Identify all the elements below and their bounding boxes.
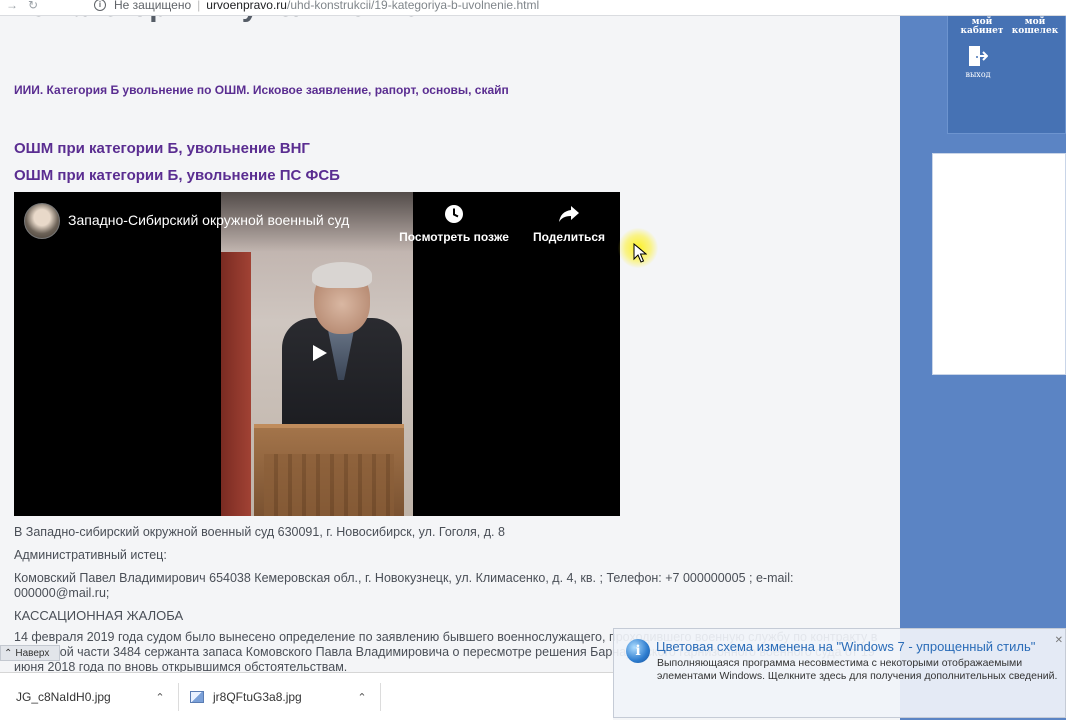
scroll-top-label: Наверх <box>15 647 50 659</box>
url-domain[interactable]: urvoenpravo.ru <box>206 0 287 12</box>
watch-later-label: Посмотреть позже <box>399 230 509 244</box>
complaint-title: КАССАЦИОННАЯ ЖАЛОБА <box>14 608 184 623</box>
chevron-up-icon: ⌃ <box>4 647 13 659</box>
info-icon: i <box>626 639 650 663</box>
video-scene-curtain <box>221 252 251 516</box>
image-file-icon <box>190 691 204 703</box>
download-file-name: jr8QFtuG3a8.jpg <box>213 690 302 704</box>
info-icon[interactable]: i <box>94 0 106 11</box>
exit-link[interactable]: выход <box>958 70 998 79</box>
download-separator <box>178 683 179 711</box>
downloads-bar: JG_c8NaIdH0.jpg ⌃ jr8QFtuG3a8.jpg ⌃ <box>0 672 613 720</box>
download-item[interactable]: JG_c8NaIdH0.jpg ⌃ <box>0 687 170 707</box>
article-link-vng[interactable]: ОШМ при категории Б, увольнение ВНГ <box>14 140 310 157</box>
plaintiff-label: Административный истец: <box>14 548 167 562</box>
court-address: В Западно-сибирский окружной военный суд… <box>14 525 505 539</box>
reload-icon[interactable]: ↻ <box>28 0 44 12</box>
video-scene-speaker-hair <box>312 262 372 288</box>
url-path[interactable]: /uhd-konstrukcii/19-kategoriya-b-uvolnen… <box>287 0 539 12</box>
notification-title: Цветовая схема изменена на "Windows 7 - … <box>656 639 1036 654</box>
scroll-top-button[interactable]: ⌃ Наверх <box>0 645 60 661</box>
windows-notification[interactable]: i Цветовая схема изменена на "Windows 7 … <box>613 628 1066 718</box>
channel-avatar[interactable] <box>24 203 60 239</box>
plaintiff-details: Комовский Павел Владимирович 654038 Кеме… <box>14 571 794 600</box>
my-wallet-link[interactable]: мой кошелек <box>1008 18 1062 36</box>
video-player[interactable]: Западно-Сибирский окружной военный суд П… <box>14 192 620 516</box>
watch-later-button[interactable]: Посмотреть позже <box>399 204 509 244</box>
forward-icon[interactable]: → <box>6 0 22 12</box>
close-icon[interactable]: ✕ <box>1055 635 1063 646</box>
video-title[interactable]: Западно-Сибирский окружной военный суд <box>68 212 398 228</box>
video-scene-podium-panel <box>264 454 394 516</box>
chevron-up-icon[interactable]: ⌃ <box>150 691 170 704</box>
notification-text: Выполняющаяся программа несовместима с н… <box>657 657 1058 682</box>
url-separator: | <box>197 0 201 12</box>
share-button[interactable]: Поделиться <box>514 204 620 244</box>
my-cabinet-link[interactable]: мой кабинет <box>956 18 1008 36</box>
share-label: Поделиться <box>532 230 606 244</box>
article-link-ps-fsb[interactable]: ОШМ при категории Б, увольнение ПС ФСБ <box>14 167 340 184</box>
mouse-pointer-icon <box>633 243 647 263</box>
browser-window: → ↻ i Не защищено | urvoenpravo.ru /uhd-… <box>0 0 1066 720</box>
download-file-name: JG_c8NaIdH0.jpg <box>16 690 111 704</box>
chevron-up-icon[interactable]: ⌃ <box>352 691 372 704</box>
share-icon <box>559 206 579 222</box>
page-title: 19 категория Б увольнение <box>14 16 420 24</box>
user-panel: мой кабинет мой кошелек выход <box>947 16 1066 134</box>
download-item[interactable]: jr8QFtuG3a8.jpg ⌃ <box>190 687 372 707</box>
article-link-main[interactable]: ИИИ. Категория Б увольнение по ОШМ. Иско… <box>14 83 509 97</box>
download-separator <box>380 683 381 711</box>
play-icon[interactable] <box>302 340 336 366</box>
address-bar[interactable]: → ↻ i Не защищено | urvoenpravo.ru /uhd-… <box>0 0 1066 16</box>
sidebar-widget <box>932 153 1066 375</box>
insecure-label: Не защищено <box>114 0 192 12</box>
main-content: 19 категория Б увольнение ИИИ. Категория… <box>0 16 900 720</box>
clock-icon <box>445 205 463 223</box>
exit-icon[interactable] <box>968 44 988 68</box>
